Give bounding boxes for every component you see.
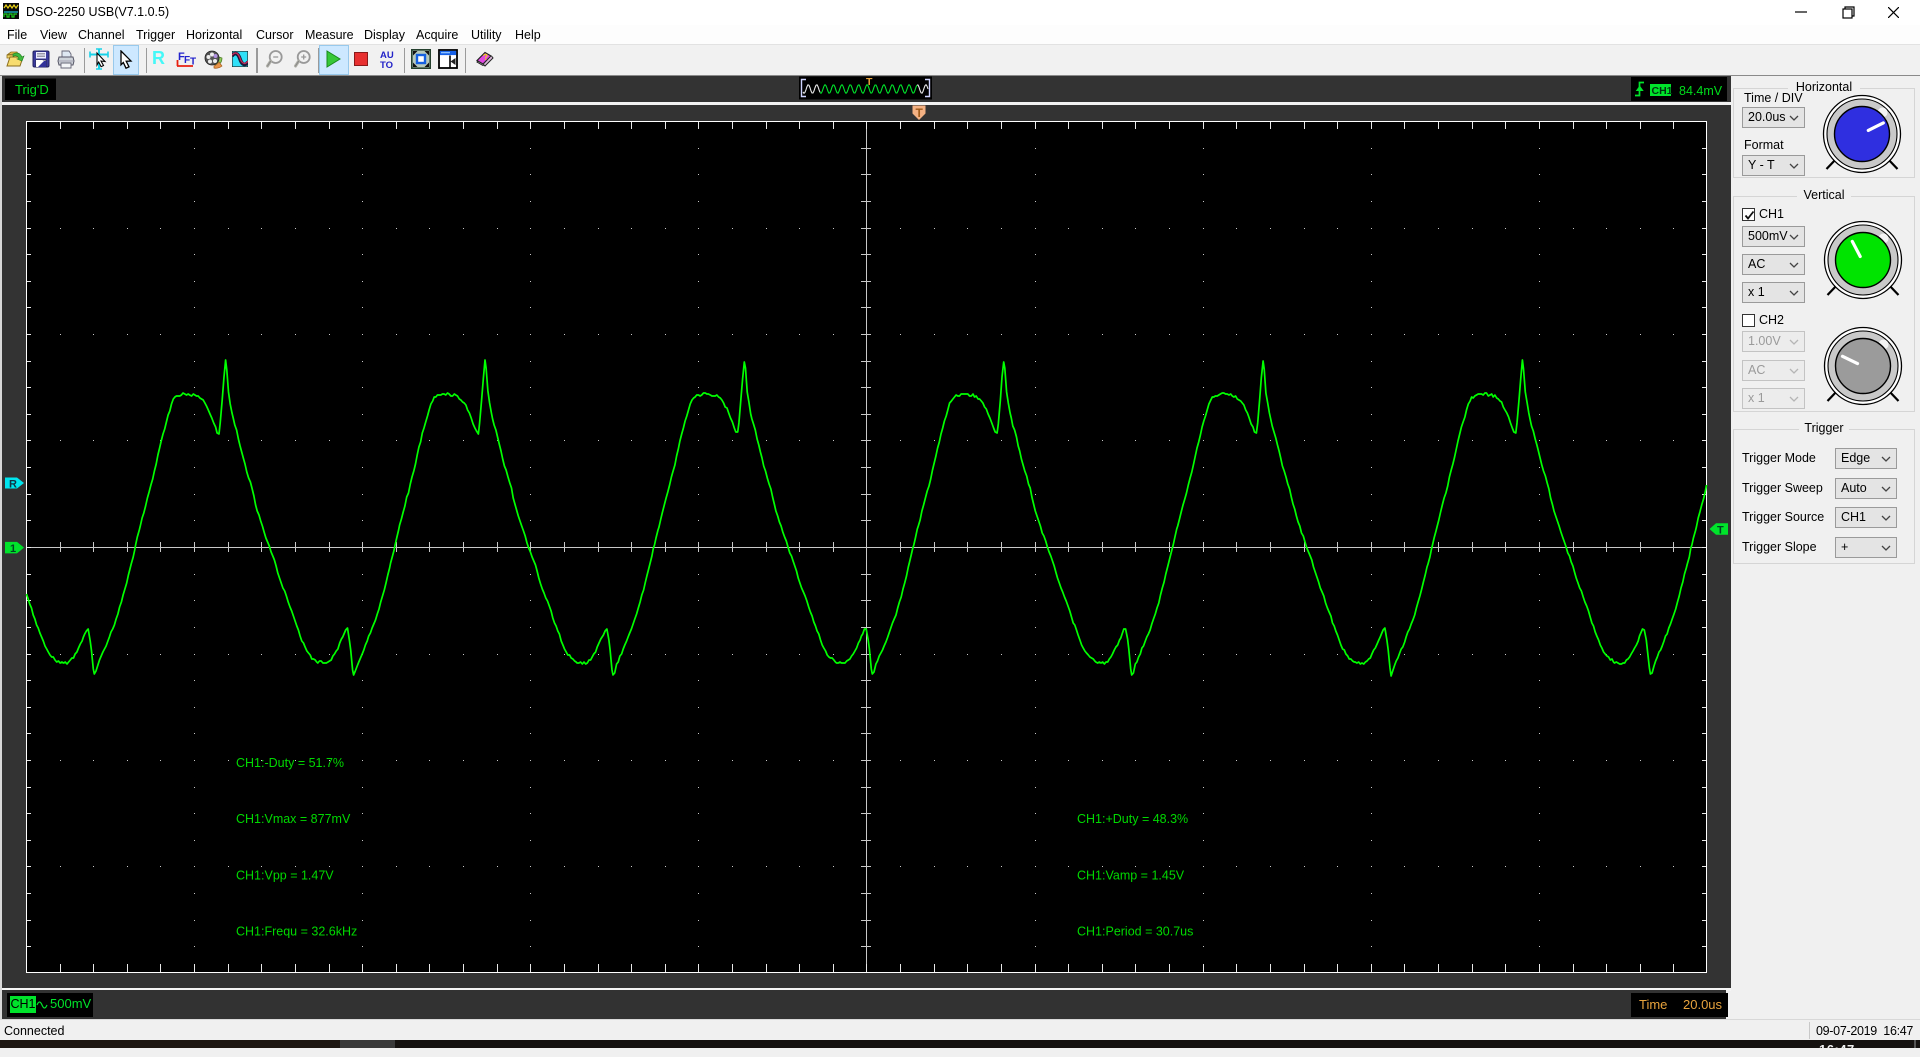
svg-text:84.4mV: 84.4mV — [1679, 84, 1723, 98]
svg-text:T: T — [866, 76, 873, 88]
svg-text:T: T — [916, 106, 924, 120]
svg-text:CH1:Vamp = 1.45V: CH1:Vamp = 1.45V — [1077, 868, 1185, 882]
svg-text:TO: TO — [380, 60, 393, 69]
svg-text:CH1:+Duty = 48.3%: CH1:+Duty = 48.3% — [1077, 812, 1188, 826]
svg-text:?: ? — [482, 52, 489, 63]
svg-text:CH1:Frequ = 32.6kHz: CH1:Frequ = 32.6kHz — [236, 925, 357, 939]
svg-text:1: 1 — [10, 543, 16, 555]
svg-text:T: T — [1717, 525, 1724, 537]
svg-text:T: T — [190, 57, 196, 68]
svg-text:CH1:-Duty = 51.7%: CH1:-Duty = 51.7% — [236, 756, 344, 770]
svg-text:R: R — [9, 479, 17, 491]
svg-text:Trig'D: Trig'D — [15, 82, 49, 97]
svg-text:CH1:Vmax = 877mV: CH1:Vmax = 877mV — [236, 812, 351, 826]
svg-text:CH1: CH1 — [1652, 85, 1673, 97]
svg-text:CH1:Vpp = 1.47V: CH1:Vpp = 1.47V — [236, 868, 334, 882]
svg-text:CH1:Period = 30.7us: CH1:Period = 30.7us — [1077, 925, 1193, 939]
